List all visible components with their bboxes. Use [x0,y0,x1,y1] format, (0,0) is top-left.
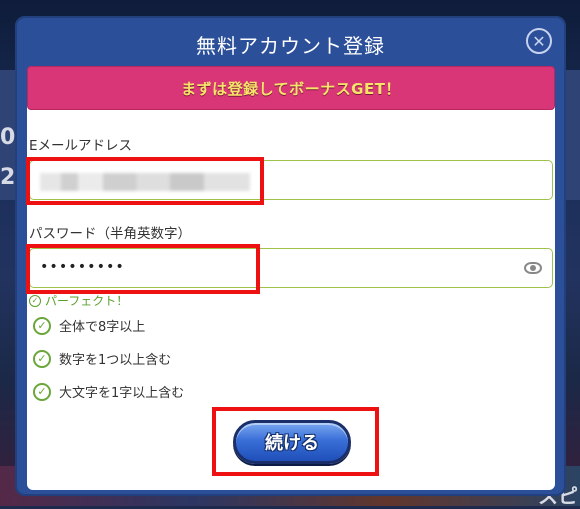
check-circle-icon: ✓ [33,349,51,368]
close-button[interactable]: ✕ [526,28,552,54]
background-text-left-1: 0 [0,125,16,150]
password-label: パスワード（半角英数字） [29,226,191,242]
promo-text: まずは登録してボーナスGET！ [181,79,401,98]
eye-icon[interactable] [524,262,542,274]
password-status: ✓ パーフェクト！ [29,292,128,309]
background-text-left-2: 2 [0,165,16,190]
check-small-icon: ✓ [29,294,41,307]
check-circle-icon: ✓ [33,316,51,335]
rule-text: 数字を1つ以上含む [59,353,172,368]
modal-title: 無料アカウント登録 [196,34,385,58]
rule-item: ✓ 全体で8字以上 [33,316,145,335]
check-circle-icon: ✓ [33,382,51,401]
highlight-box-continue [212,407,379,476]
highlight-box-password [26,244,260,294]
rule-text: 大文字を1字以上含む [59,386,185,401]
rule-item: ✓ 大文字を1字以上含む [33,382,184,401]
email-label: Eメールアドレス [29,138,133,154]
highlight-box-email [26,157,264,205]
close-icon: ✕ [532,31,546,51]
promo-banner: まずは登録してボーナスGET！ [27,66,555,110]
rule-text: 全体で8字以上 [59,320,146,335]
rule-item: ✓ 数字を1つ以上含む [33,349,171,368]
password-status-text: パーフェクト！ [45,294,129,308]
